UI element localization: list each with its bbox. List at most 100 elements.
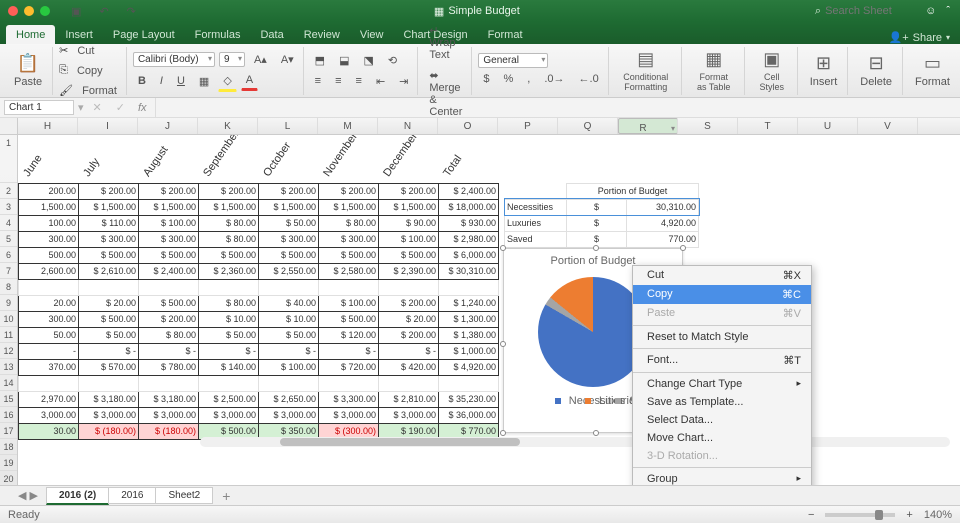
tab-review[interactable]: Review bbox=[294, 25, 350, 44]
undo-icon[interactable]: ↶ bbox=[94, 2, 113, 21]
col-header[interactable]: T bbox=[738, 118, 798, 134]
fill-color-button[interactable]: ◇ bbox=[218, 71, 236, 92]
col-header[interactable]: N bbox=[378, 118, 438, 134]
bold-button[interactable]: B bbox=[133, 72, 151, 90]
indent-increase-icon[interactable]: ⇥ bbox=[394, 72, 413, 91]
align-right-icon[interactable]: ≡ bbox=[351, 72, 367, 90]
conditional-formatting-button[interactable]: ▤Conditional Formatting bbox=[615, 47, 677, 94]
align-top-icon[interactable]: ⬒ bbox=[310, 51, 330, 70]
cell-styles-button[interactable]: ▣Cell Styles bbox=[751, 47, 793, 94]
tab-format[interactable]: Format bbox=[478, 25, 533, 44]
menu-item[interactable]: Copy⌘C bbox=[633, 285, 811, 304]
row-header[interactable]: 4 bbox=[0, 215, 17, 231]
font-color-button[interactable]: A bbox=[241, 71, 258, 91]
sheet-tab[interactable]: Sheet2 bbox=[155, 487, 213, 504]
add-sheet-button[interactable]: + bbox=[212, 488, 240, 504]
cells-area[interactable]: JuneJulyAugustSeptemberOctoberNovemberDe… bbox=[18, 135, 960, 485]
menu-item[interactable]: Cut⌘X bbox=[633, 266, 811, 285]
row-header[interactable]: 1 bbox=[0, 135, 17, 183]
sheet-tab[interactable]: 2016 bbox=[108, 487, 156, 504]
tab-formulas[interactable]: Formulas bbox=[185, 25, 251, 44]
row-header[interactable]: 20 bbox=[0, 471, 17, 485]
row-header[interactable]: 13 bbox=[0, 359, 17, 375]
close-window-icon[interactable] bbox=[8, 6, 18, 16]
menu-item[interactable]: Select Data... bbox=[633, 411, 811, 429]
wrap-text-button[interactable]: ↵ Wrap Text bbox=[424, 21, 467, 64]
tab-home[interactable]: Home bbox=[6, 25, 55, 44]
row-header[interactable]: 15 bbox=[0, 391, 17, 407]
decrease-font-icon[interactable]: A▾ bbox=[276, 50, 299, 69]
zoom-value[interactable]: 140% bbox=[924, 509, 952, 521]
font-size-select[interactable]: 9 bbox=[219, 52, 245, 67]
row-header[interactable]: 12 bbox=[0, 343, 17, 359]
delete-cells-button[interactable]: ⊟Delete bbox=[854, 51, 898, 90]
zoom-slider[interactable] bbox=[825, 513, 895, 517]
row-header[interactable]: 8 bbox=[0, 279, 17, 295]
col-header[interactable]: M bbox=[318, 118, 378, 134]
cancel-formula-icon[interactable]: ✕ bbox=[88, 98, 107, 117]
search-input[interactable] bbox=[825, 5, 915, 17]
row-header[interactable]: 10 bbox=[0, 311, 17, 327]
col-header[interactable]: R bbox=[618, 118, 678, 134]
horizontal-scrollbar[interactable] bbox=[200, 437, 950, 447]
increase-decimal-icon[interactable]: .0→ bbox=[539, 70, 569, 88]
share-button[interactable]: 👤+Share ▾ bbox=[889, 31, 960, 44]
number-format-select[interactable]: General bbox=[478, 53, 548, 68]
row-header[interactable]: 14 bbox=[0, 375, 17, 391]
tab-data[interactable]: Data bbox=[250, 25, 293, 44]
menu-item[interactable]: Group bbox=[633, 470, 811, 485]
col-header[interactable]: H bbox=[18, 118, 78, 134]
row-header[interactable]: 9 bbox=[0, 295, 17, 311]
increase-font-icon[interactable]: A▴ bbox=[249, 50, 272, 69]
redo-icon[interactable]: ↷ bbox=[122, 2, 141, 21]
row-header[interactable]: 3 bbox=[0, 199, 17, 215]
menu-item[interactable]: Reset to Match Style bbox=[633, 328, 811, 346]
minimize-window-icon[interactable] bbox=[24, 6, 34, 16]
col-header[interactable]: S bbox=[678, 118, 738, 134]
menu-item[interactable]: Font...⌘T bbox=[633, 351, 811, 370]
sheets-nav-icon[interactable]: ◀ ▶ bbox=[18, 489, 46, 502]
sheet-tab[interactable]: 2016 (2) bbox=[46, 487, 109, 505]
underline-button[interactable]: U bbox=[172, 72, 190, 90]
format-painter-button[interactable]: Format bbox=[77, 82, 122, 100]
col-header[interactable]: Q bbox=[558, 118, 618, 134]
col-header[interactable]: U bbox=[798, 118, 858, 134]
border-button[interactable]: ▦ bbox=[194, 72, 214, 91]
comma-button[interactable]: , bbox=[522, 70, 535, 88]
indent-decrease-icon[interactable]: ⇤ bbox=[371, 72, 390, 91]
align-middle-icon[interactable]: ⬓ bbox=[334, 51, 354, 70]
row-header[interactable]: 11 bbox=[0, 327, 17, 343]
confirm-formula-icon[interactable]: ✓ bbox=[111, 98, 130, 117]
col-header[interactable]: V bbox=[858, 118, 918, 134]
row-header[interactable]: 2 bbox=[0, 183, 17, 199]
zoom-out-icon[interactable]: − bbox=[803, 506, 819, 524]
formula-input[interactable] bbox=[155, 98, 956, 117]
row-header[interactable]: 6 bbox=[0, 247, 17, 263]
user-icon[interactable]: ☺ bbox=[925, 5, 936, 17]
col-header[interactable]: I bbox=[78, 118, 138, 134]
copy-button[interactable]: Copy bbox=[72, 62, 108, 80]
menu-item[interactable]: Save as Template... bbox=[633, 393, 811, 411]
col-header[interactable]: O bbox=[438, 118, 498, 134]
currency-button[interactable]: $ bbox=[478, 70, 494, 88]
font-select[interactable]: Calibri (Body) bbox=[133, 52, 215, 67]
col-header[interactable]: J bbox=[138, 118, 198, 134]
tab-view[interactable]: View bbox=[350, 25, 394, 44]
row-header[interactable]: 19 bbox=[0, 455, 17, 471]
name-box[interactable]: Chart 1 bbox=[4, 100, 74, 115]
row-header[interactable]: 17 bbox=[0, 423, 17, 439]
overflow-icon[interactable]: ˆ bbox=[946, 5, 950, 17]
maximize-window-icon[interactable] bbox=[40, 6, 50, 16]
row-header[interactable]: 5 bbox=[0, 231, 17, 247]
decrease-decimal-icon[interactable]: ←.0 bbox=[574, 70, 604, 88]
zoom-in-icon[interactable]: + bbox=[901, 506, 917, 524]
row-header[interactable]: 7 bbox=[0, 263, 17, 279]
fx-icon[interactable]: fx bbox=[134, 102, 151, 114]
align-bottom-icon[interactable]: ⬔ bbox=[358, 51, 378, 70]
italic-button[interactable]: I bbox=[155, 72, 168, 90]
col-header[interactable]: K bbox=[198, 118, 258, 134]
menu-item[interactable]: Move Chart... bbox=[633, 429, 811, 447]
insert-cells-button[interactable]: ⊞Insert bbox=[804, 51, 844, 90]
align-left-icon[interactable]: ≡ bbox=[310, 72, 326, 90]
save-icon[interactable]: ▣ bbox=[66, 2, 86, 21]
